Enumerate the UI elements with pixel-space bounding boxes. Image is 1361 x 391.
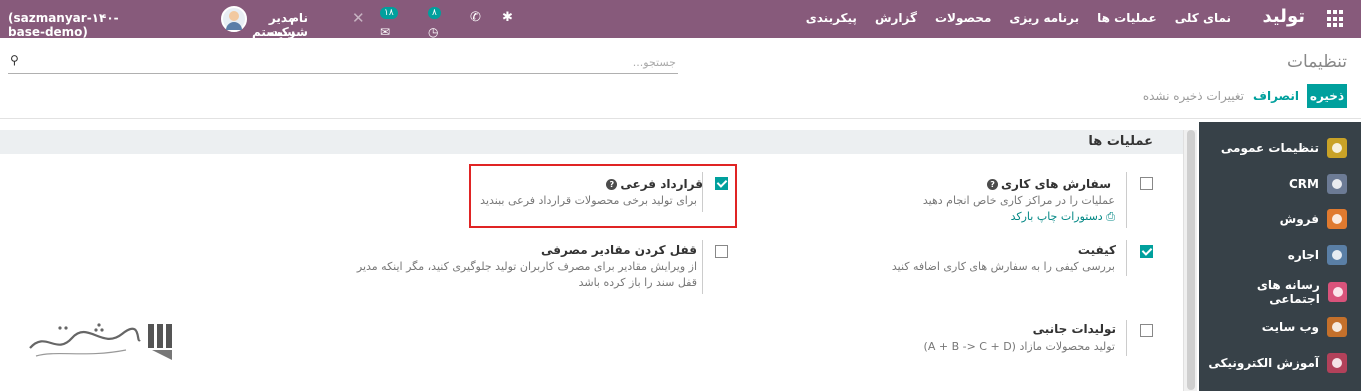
- search-bar: ⚲: [8, 50, 678, 74]
- sidebar-item-label: اجاره: [1287, 248, 1319, 262]
- rental-icon: [1327, 245, 1347, 265]
- work-orders-desc: عملیات را در مراکز کاری خاص انجام دهید: [922, 194, 1115, 207]
- sidebar-item-label: تنظیمات عمومی: [1220, 141, 1319, 155]
- sidebar-item-label: CRM: [1289, 177, 1319, 191]
- setting-title-text: قرارداد فرعی: [620, 177, 703, 191]
- subcontracting-title: قرارداد فرعی?: [606, 177, 703, 191]
- section-header: عملیات ها: [0, 130, 1183, 154]
- phone-icon[interactable]: ✆: [470, 10, 481, 25]
- gear-icon: [1327, 138, 1347, 158]
- divider: [1126, 320, 1127, 356]
- chat-icon[interactable]: ۱۸ ✉: [380, 7, 398, 39]
- link-text: دستورات چاپ بارکد: [1010, 210, 1103, 223]
- divider: [0, 118, 1361, 119]
- main-menu: نمای کلی عملیات ها برنامه ریزی محصولات گ…: [806, 11, 1231, 25]
- sidebar-item-label: فروش: [1279, 212, 1319, 226]
- print-icon: ⎙: [1106, 210, 1115, 223]
- quality-checkbox[interactable]: [1140, 245, 1153, 258]
- menu-planning[interactable]: برنامه ریزی: [1009, 11, 1079, 25]
- help-icon[interactable]: ?: [987, 179, 999, 190]
- section-title: عملیات ها: [1088, 134, 1153, 149]
- breadcrumb: تنظیمات: [1287, 52, 1347, 72]
- lock-quantities-title: قفل کردن مقادیر مصرفی: [541, 243, 697, 257]
- search-icon[interactable]: ⚲: [10, 53, 19, 67]
- by-products-desc: تولید محصولات مازاد (A + B -> C + D): [923, 340, 1115, 353]
- subcontracting-checkbox[interactable]: [715, 177, 728, 190]
- top-navbar: تولید نمای کلی عملیات ها برنامه ریزی محص…: [0, 0, 1361, 53]
- social-icon: [1327, 282, 1347, 302]
- quality-title: کیفیت: [1077, 243, 1116, 257]
- database-name: (sazmanyar-۱۴۰-base-demo): [8, 11, 119, 39]
- lock-quantities-checkbox[interactable]: [715, 245, 728, 258]
- crm-icon: [1327, 174, 1347, 194]
- unsaved-changes-label: تغییرات ذخیره نشده: [1142, 89, 1244, 103]
- help-icon[interactable]: ?: [606, 179, 618, 190]
- lock-quantities-desc: از ویرایش مقادیر برای مصرف کاربران تولید…: [356, 260, 697, 289]
- website-icon: [1327, 317, 1347, 337]
- divider: [1126, 240, 1127, 276]
- activity-badge: ۸: [428, 7, 441, 19]
- menu-configuration[interactable]: پیکربندی: [806, 11, 857, 25]
- menu-reporting[interactable]: گزارش: [875, 11, 917, 25]
- work-orders-checkbox[interactable]: [1140, 177, 1153, 190]
- sidebar-item-sales[interactable]: فروش: [1207, 208, 1347, 230]
- by-products-checkbox[interactable]: [1140, 324, 1153, 337]
- discard-button[interactable]: انصراف: [1250, 84, 1302, 108]
- divider: [702, 240, 703, 294]
- subcontracting-desc: برای تولید برخی محصولات قرارداد فرعی ببن…: [480, 194, 697, 207]
- sidebar-item-general-settings[interactable]: تنظیمات عمومی: [1207, 137, 1347, 159]
- debug-icon[interactable]: ✱: [502, 10, 513, 25]
- scrollbar[interactable]: [1183, 130, 1197, 391]
- chat-badge: ۱۸: [380, 7, 398, 19]
- user-menu[interactable]: مدیر سیستم: [252, 11, 295, 39]
- sidebar-item-elearning[interactable]: آموزش الکترونیکی: [1207, 352, 1347, 374]
- settings-sidebar: تنظیمات عمومی CRM فروش اجاره رسانه های ا…: [1199, 122, 1361, 391]
- menu-operations[interactable]: عملیات ها: [1097, 11, 1157, 25]
- app-brand[interactable]: تولید: [1262, 6, 1305, 27]
- print-barcode-link[interactable]: ⎙ دستورات چاپ بارکد: [1011, 210, 1115, 224]
- elearning-icon: [1327, 353, 1347, 373]
- setting-title-text: سفارش های کاری: [1001, 177, 1111, 191]
- save-button[interactable]: ذخیره: [1307, 84, 1347, 108]
- apps-menu-icon[interactable]: [1327, 10, 1345, 28]
- sidebar-item-label: وب سایت: [1261, 320, 1319, 334]
- sidebar-item-social-media[interactable]: رسانه های اجتماعی: [1207, 278, 1347, 306]
- menu-overview[interactable]: نمای کلی: [1175, 11, 1231, 25]
- close-icon[interactable]: ✕: [352, 9, 365, 27]
- sidebar-item-crm[interactable]: CRM: [1207, 173, 1347, 195]
- by-products-title: تولیدات جانبی: [1032, 322, 1116, 336]
- sidebar-item-rental[interactable]: اجاره: [1207, 244, 1347, 266]
- quality-desc: بررسی کیفی را به سفارش های کاری اضافه کن…: [891, 260, 1115, 273]
- activity-icon[interactable]: ۸ ◷: [428, 7, 441, 39]
- watermark-logo: [29, 323, 172, 360]
- work-orders-title: سفارش های کاری?: [987, 177, 1111, 191]
- menu-products[interactable]: محصولات: [935, 11, 991, 25]
- sales-icon: [1327, 209, 1347, 229]
- sidebar-item-label: رسانه های اجتماعی: [1256, 278, 1320, 306]
- search-input[interactable]: [76, 52, 676, 72]
- avatar[interactable]: [221, 6, 247, 32]
- sidebar-item-label: آموزش الکترونیکی: [1208, 356, 1319, 370]
- sidebar-item-website[interactable]: وب سایت: [1207, 316, 1347, 338]
- divider: [1126, 172, 1127, 228]
